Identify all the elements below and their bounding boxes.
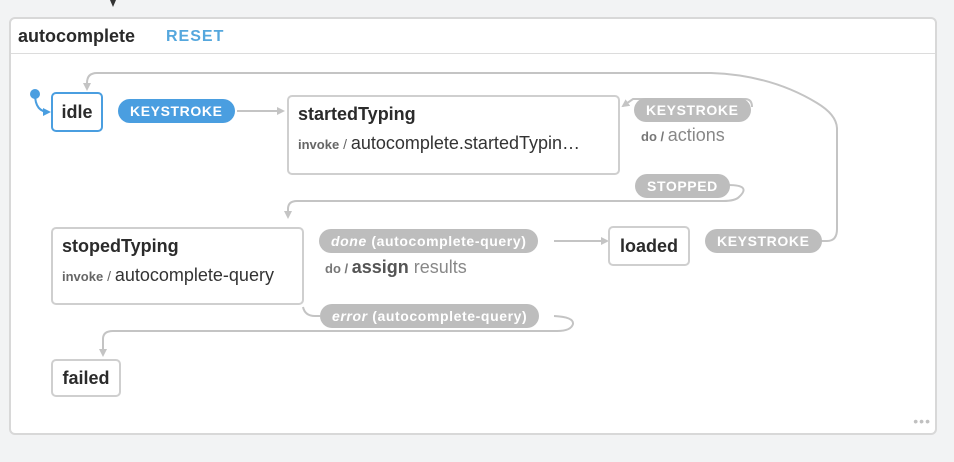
state-loaded[interactable]: loaded — [608, 226, 690, 266]
event-error-query[interactable]: error (autocomplete-query) — [320, 304, 540, 328]
done-do-assign: do / assign results — [325, 257, 467, 277]
event-stopped[interactable]: STOPPED — [635, 174, 730, 198]
invoke-action: invoke / autocomplete-query — [62, 265, 274, 285]
keystroke-do-actions: do / actions — [641, 125, 725, 145]
state-name: failed — [62, 368, 110, 388]
transition-edges — [30, 72, 838, 433]
machine-panel: autocomplete RESET idle startedTyping in… — [9, 17, 937, 435]
statechart-visualizer: autocomplete RESET idle startedTyping in… — [0, 0, 954, 462]
state-idle[interactable]: idle — [51, 92, 103, 132]
state-stopedTyping[interactable]: stopedTyping invoke / autocomplete-query — [51, 227, 304, 305]
state-failed[interactable]: failed — [51, 359, 121, 397]
more-options-icon[interactable]: ••• — [913, 413, 931, 429]
invoke-action: invoke / autocomplete.startedTypin… — [298, 133, 580, 153]
state-name: stopedTyping — [62, 236, 179, 256]
event-done-query[interactable]: done (autocomplete-query) — [319, 229, 539, 253]
mouse-cursor — [110, 0, 116, 7]
event-idle-keystroke[interactable]: KEYSTROKE — [118, 99, 235, 123]
state-name: loaded — [619, 236, 678, 256]
state-startedTyping[interactable]: startedTyping invoke / autocomplete.star… — [287, 95, 620, 175]
state-name: idle — [61, 102, 93, 122]
state-name: startedTyping — [298, 104, 416, 124]
event-loaded-keystroke[interactable]: KEYSTROKE — [705, 229, 822, 253]
event-started-keystroke[interactable]: KEYSTROKE — [634, 98, 751, 122]
